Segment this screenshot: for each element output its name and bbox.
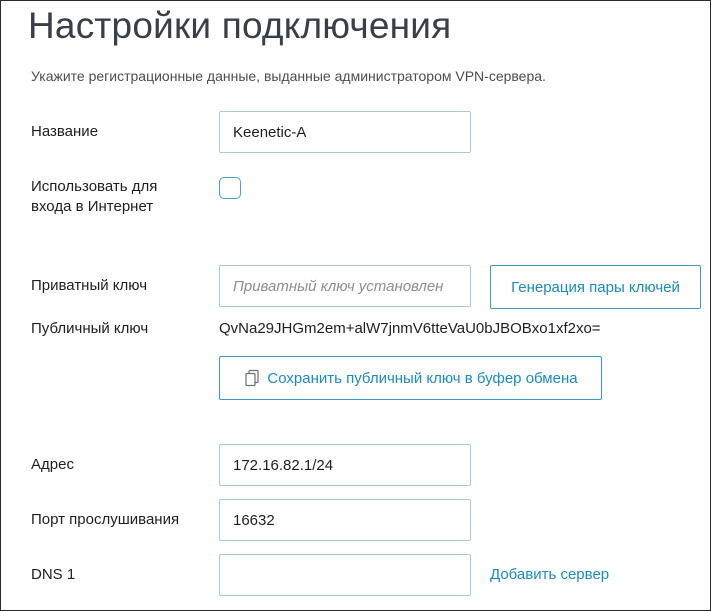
copy-public-key-label: Сохранить публичный ключ в буфер обмена	[267, 369, 578, 387]
address-label: Адрес	[31, 456, 74, 473]
copy-icon	[245, 369, 260, 387]
name-input[interactable]	[219, 111, 471, 153]
port-input[interactable]	[219, 499, 471, 541]
dns1-input[interactable]	[219, 554, 471, 596]
page-subtitle: Укажите регистрационные данные, выданные…	[31, 68, 546, 84]
public-key-label: Публичный ключ	[31, 320, 149, 337]
port-label: Порт прослушивания	[31, 511, 180, 528]
private-key-input[interactable]	[219, 265, 471, 307]
name-label: Название	[31, 123, 99, 140]
public-key-value: QvNa29JHGm2em+alW7jnmV6tteVaU0bJBOBxo1xf…	[219, 320, 601, 337]
page-title: Настройки подключения	[28, 5, 452, 46]
generate-keys-button[interactable]: Генерация пары ключей	[490, 265, 701, 309]
add-server-link[interactable]: Добавить сервер	[490, 565, 609, 585]
private-key-label: Приватный ключ	[31, 277, 148, 294]
internet-label-line2: входа в Интернет	[31, 198, 154, 215]
internet-label: Использовать для входа в Интернет	[31, 177, 157, 217]
copy-public-key-button[interactable]: Сохранить публичный ключ в буфер обмена	[219, 356, 602, 400]
settings-panel: Настройки подключения Укажите регистраци…	[0, 0, 711, 611]
dns1-label: DNS 1	[31, 566, 76, 583]
address-input[interactable]	[219, 444, 471, 486]
internet-checkbox[interactable]	[219, 177, 241, 199]
internet-label-line1: Использовать для	[31, 178, 158, 195]
